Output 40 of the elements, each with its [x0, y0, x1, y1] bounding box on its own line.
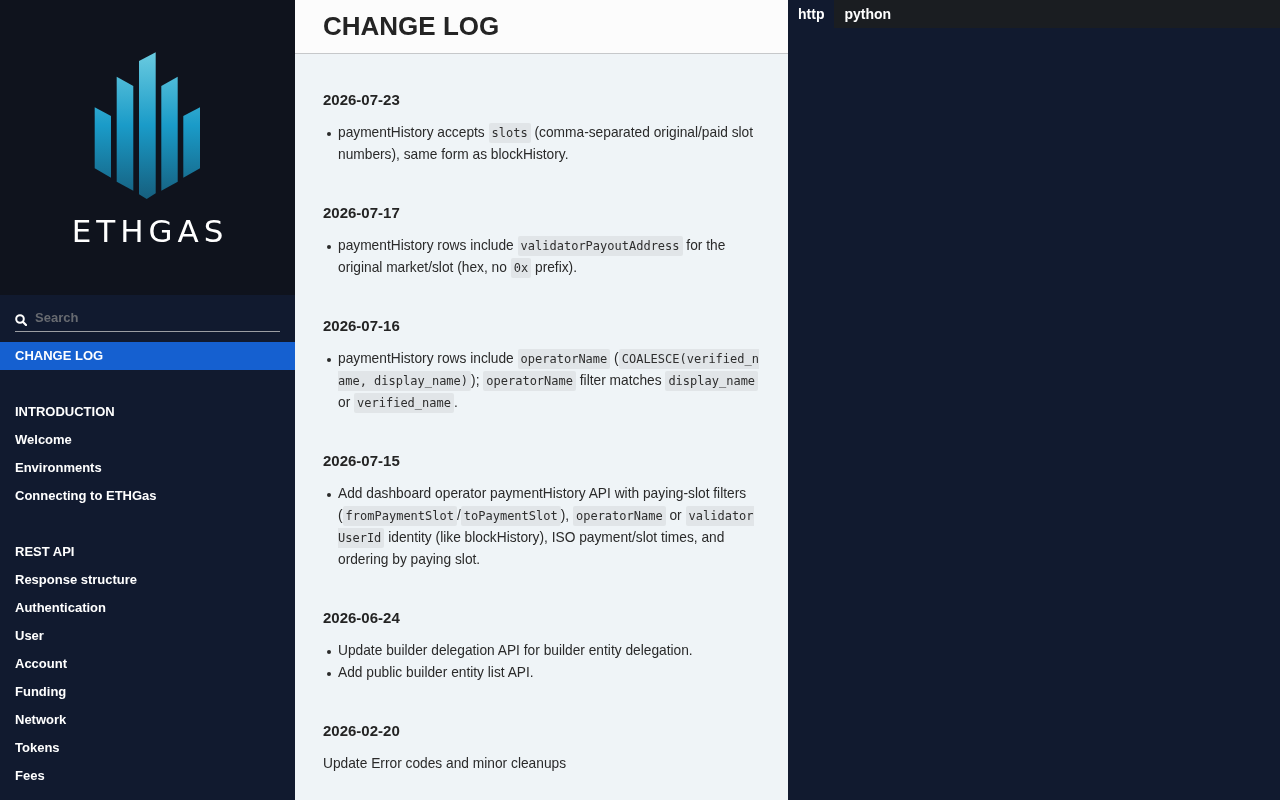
changelog-item: Update builder delegation API for builder entity delegation. — [338, 642, 694, 660]
bullet-icon — [327, 358, 331, 362]
search-icon — [15, 314, 27, 326]
page-title: CHANGE LOG — [323, 10, 500, 41]
sidebar-item[interactable]: Tokens — [0, 734, 295, 762]
entry-date: 2026-07-23 — [323, 90, 401, 110]
logo-icon — [94, 52, 201, 200]
sidebar-item[interactable]: User — [0, 622, 295, 650]
sidebar-item[interactable]: Authentication — [0, 594, 295, 622]
changelog-item: Add public builder entity list API. — [338, 664, 535, 682]
changelog-item: Add dashboard operator paymentHistory API with paying-slot filters ( fromPaymentSlot / toPaymentSlot ), operatorName or validatorUserId identity (like blockHistory), ISO payment/slot times, and ordering by paying slot. — [338, 485, 755, 569]
sidebar-item[interactable]: Network — [0, 706, 295, 734]
code-language-tab[interactable]: http — [788, 0, 835, 28]
entry-date: 2026-06-24 — [323, 608, 401, 628]
sidebar-item[interactable]: Funding — [0, 678, 295, 706]
entry-date: 2026-07-16 — [323, 316, 401, 336]
nav-section-heading: REST API — [14, 543, 76, 561]
sidebar-item[interactable]: Fees — [0, 762, 295, 790]
bullet-icon — [327, 132, 331, 136]
sidebar-item[interactable]: Welcome — [0, 426, 295, 454]
sidebar-item[interactable]: CHANGE LOG — [0, 342, 295, 370]
sidebar-item[interactable]: Account — [0, 650, 295, 678]
logo-text: ETHGAS — [71, 215, 229, 247]
changelog-item: paymentHistory rows include operatorName ( COALESCE(verified_name, display_name) ); operatorName filter matches display_name or verified_name . — [338, 348, 760, 414]
entry-date: 2026-07-15 — [323, 451, 401, 471]
sidebar-item[interactable]: Response structure — [0, 566, 295, 594]
sidebar-item[interactable]: Connecting to ETHGas — [0, 482, 295, 510]
entry-date: 2026-02-20 — [323, 721, 401, 741]
code-language-tab[interactable]: python — [834, 0, 902, 28]
sidebar-item[interactable]: Environments — [0, 454, 295, 482]
bullet-icon — [327, 245, 331, 249]
changelog-item: paymentHistory accepts slots (comma-separated original/paid slot numbers), same form as blockHistory. — [338, 122, 755, 164]
bullet-icon — [327, 672, 331, 676]
changelog-item: paymentHistory rows include validatorPayoutAddress for the original market/slot (hex, no 0x prefix). — [338, 235, 760, 279]
bullet-icon — [327, 493, 331, 497]
entry-date: 2026-07-17 — [323, 203, 401, 223]
search-field[interactable]: Search — [15, 303, 280, 332]
bullet-icon — [327, 650, 331, 654]
changelog-text: Update Error codes and minor cleanups — [323, 755, 568, 773]
nav-section-heading: INTRODUCTION — [14, 403, 116, 421]
